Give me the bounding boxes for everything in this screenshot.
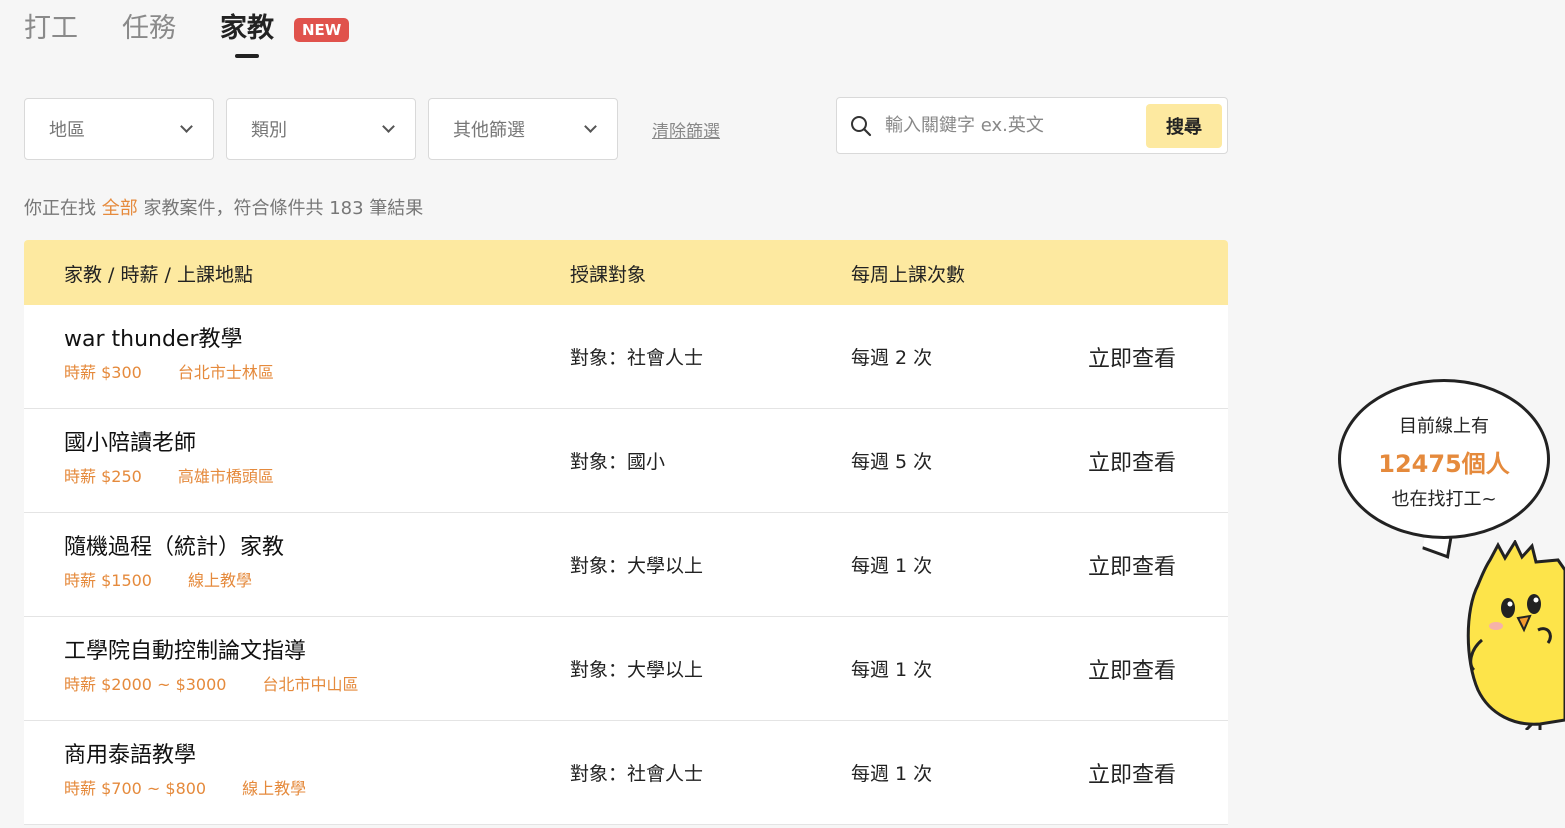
other-filter-dropdown[interactable]: 其他篩選 (428, 98, 618, 160)
view-now-button[interactable]: 立即查看 (1088, 653, 1176, 685)
online-count: 12475個人 (1378, 450, 1510, 478)
row-title: 商用泰語教學 (64, 743, 197, 768)
bubble-line1: 目前線上有 (1399, 416, 1489, 437)
header-target: 授課對象 (570, 264, 647, 286)
summary-suffix: 家教案件，符合條件共 183 筆結果 (143, 198, 424, 219)
row-wage: 時薪 $1500 (64, 571, 152, 590)
row-info: war thunder教學 時薪 $300 台北市士林區 (64, 325, 274, 383)
tutoring-table: 家教 / 時薪 / 上課地點 授課對象 每周上課次數 war thunder教學… (24, 240, 1228, 825)
row-frequency: 每週 1 次 (851, 555, 933, 577)
table-row[interactable]: 商用泰語教學 時薪 $700 ~ $800 線上教學 對象：社會人士 每週 1 次… (24, 721, 1228, 825)
row-info: 工學院自動控制論文指導 時薪 $2000 ~ $3000 台北市中山區 (64, 637, 358, 695)
row-wage: 時薪 $250 (64, 467, 142, 486)
row-target: 對象：社會人士 (570, 763, 704, 785)
tab-part-time[interactable]: 打工 (24, 10, 78, 48)
row-target: 對象：大學以上 (570, 555, 704, 577)
region-dropdown[interactable]: 地區 (24, 98, 214, 160)
online-count-bubble: 目前線上有 12475個人 也在找打工~ (1338, 379, 1550, 539)
row-frequency: 每週 2 次 (851, 347, 933, 369)
row-frequency: 每週 1 次 (851, 763, 933, 785)
new-badge: NEW (294, 18, 350, 42)
tab-bar: 打工 任務 家教 NEW (24, 10, 350, 60)
table-row[interactable]: war thunder教學 時薪 $300 台北市士林區 對象：社會人士 每週 2… (24, 305, 1228, 409)
view-now-button[interactable]: 立即查看 (1088, 445, 1176, 477)
row-meta: 時薪 $700 ~ $800 線上教學 (64, 779, 306, 799)
table-header: 家教 / 時薪 / 上課地點 授課對象 每周上課次數 (24, 240, 1228, 305)
search-icon (837, 115, 885, 137)
row-location: 高雄市橋頭區 (177, 467, 274, 486)
summary-prefix: 你正在找 (24, 198, 96, 219)
row-title: 國小陪讀老師 (64, 431, 197, 456)
header-tutoring: 家教 / 時薪 / 上課地點 (64, 264, 253, 286)
row-wage: 時薪 $300 (64, 363, 142, 382)
row-location: 台北市士林區 (177, 363, 274, 382)
row-title: 隨機過程（統計）家教 (64, 535, 285, 560)
table-row[interactable]: 國小陪讀老師 時薪 $250 高雄市橋頭區 對象：國小 每週 5 次 立即查看 (24, 409, 1228, 513)
row-target: 對象：國小 (570, 451, 666, 473)
chevron-down-icon (180, 120, 193, 133)
row-wage: 時薪 $700 ~ $800 (64, 779, 207, 798)
chevron-down-icon (382, 120, 395, 133)
row-location: 線上教學 (242, 779, 307, 798)
clear-filters-link[interactable]: 清除篩選 (652, 117, 720, 142)
tab-tasks[interactable]: 任務 (122, 10, 176, 48)
header-frequency: 每周上課次數 (851, 264, 966, 286)
row-meta: 時薪 $1500 線上教學 (64, 571, 284, 591)
row-frequency: 每週 5 次 (851, 451, 933, 473)
view-now-button[interactable]: 立即查看 (1088, 757, 1176, 789)
result-summary: 你正在找 全部 家教案件，符合條件共 183 筆結果 (24, 194, 423, 220)
row-target: 對象：社會人士 (570, 347, 704, 369)
row-title: war thunder教學 (64, 327, 243, 352)
row-meta: 時薪 $250 高雄市橋頭區 (64, 467, 274, 487)
other-filter-label: 其他篩選 (453, 120, 525, 141)
row-info: 商用泰語教學 時薪 $700 ~ $800 線上教學 (64, 741, 306, 799)
row-meta: 時薪 $300 台北市士林區 (64, 363, 274, 383)
summary-highlight: 全部 (101, 198, 138, 219)
table-row[interactable]: 隨機過程（統計）家教 時薪 $1500 線上教學 對象：大學以上 每週 1 次 立… (24, 513, 1228, 617)
row-info: 國小陪讀老師 時薪 $250 高雄市橋頭區 (64, 429, 274, 487)
table-row[interactable]: 工學院自動控制論文指導 時薪 $2000 ~ $3000 台北市中山區 對象：大學… (24, 617, 1228, 721)
bubble-line3: 也在找打工~ (1391, 489, 1497, 510)
category-dropdown[interactable]: 類別 (226, 98, 416, 160)
tab-tutoring[interactable]: 家教 (220, 10, 274, 48)
chevron-down-icon (584, 120, 597, 133)
row-meta: 時薪 $2000 ~ $3000 台北市中山區 (64, 675, 358, 695)
view-now-button[interactable]: 立即查看 (1088, 341, 1176, 373)
filter-bar: 地區 類別 其他篩選 清除篩選 (24, 98, 720, 160)
search-box: 搜尋 (836, 97, 1228, 154)
view-now-button[interactable]: 立即查看 (1088, 549, 1176, 581)
category-dropdown-label: 類別 (251, 120, 287, 141)
row-frequency: 每週 1 次 (851, 659, 933, 681)
row-target: 對象：大學以上 (570, 659, 704, 681)
chick-mascot-icon (1460, 538, 1565, 734)
row-info: 隨機過程（統計）家教 時薪 $1500 線上教學 (64, 533, 284, 591)
row-title: 工學院自動控制論文指導 (64, 639, 307, 664)
search-button[interactable]: 搜尋 (1146, 103, 1222, 148)
row-wage: 時薪 $2000 ~ $3000 (64, 675, 227, 694)
row-location: 台北市中山區 (262, 675, 359, 694)
region-dropdown-label: 地區 (49, 120, 85, 141)
search-input[interactable] (885, 115, 1146, 136)
row-location: 線上教學 (188, 571, 253, 590)
